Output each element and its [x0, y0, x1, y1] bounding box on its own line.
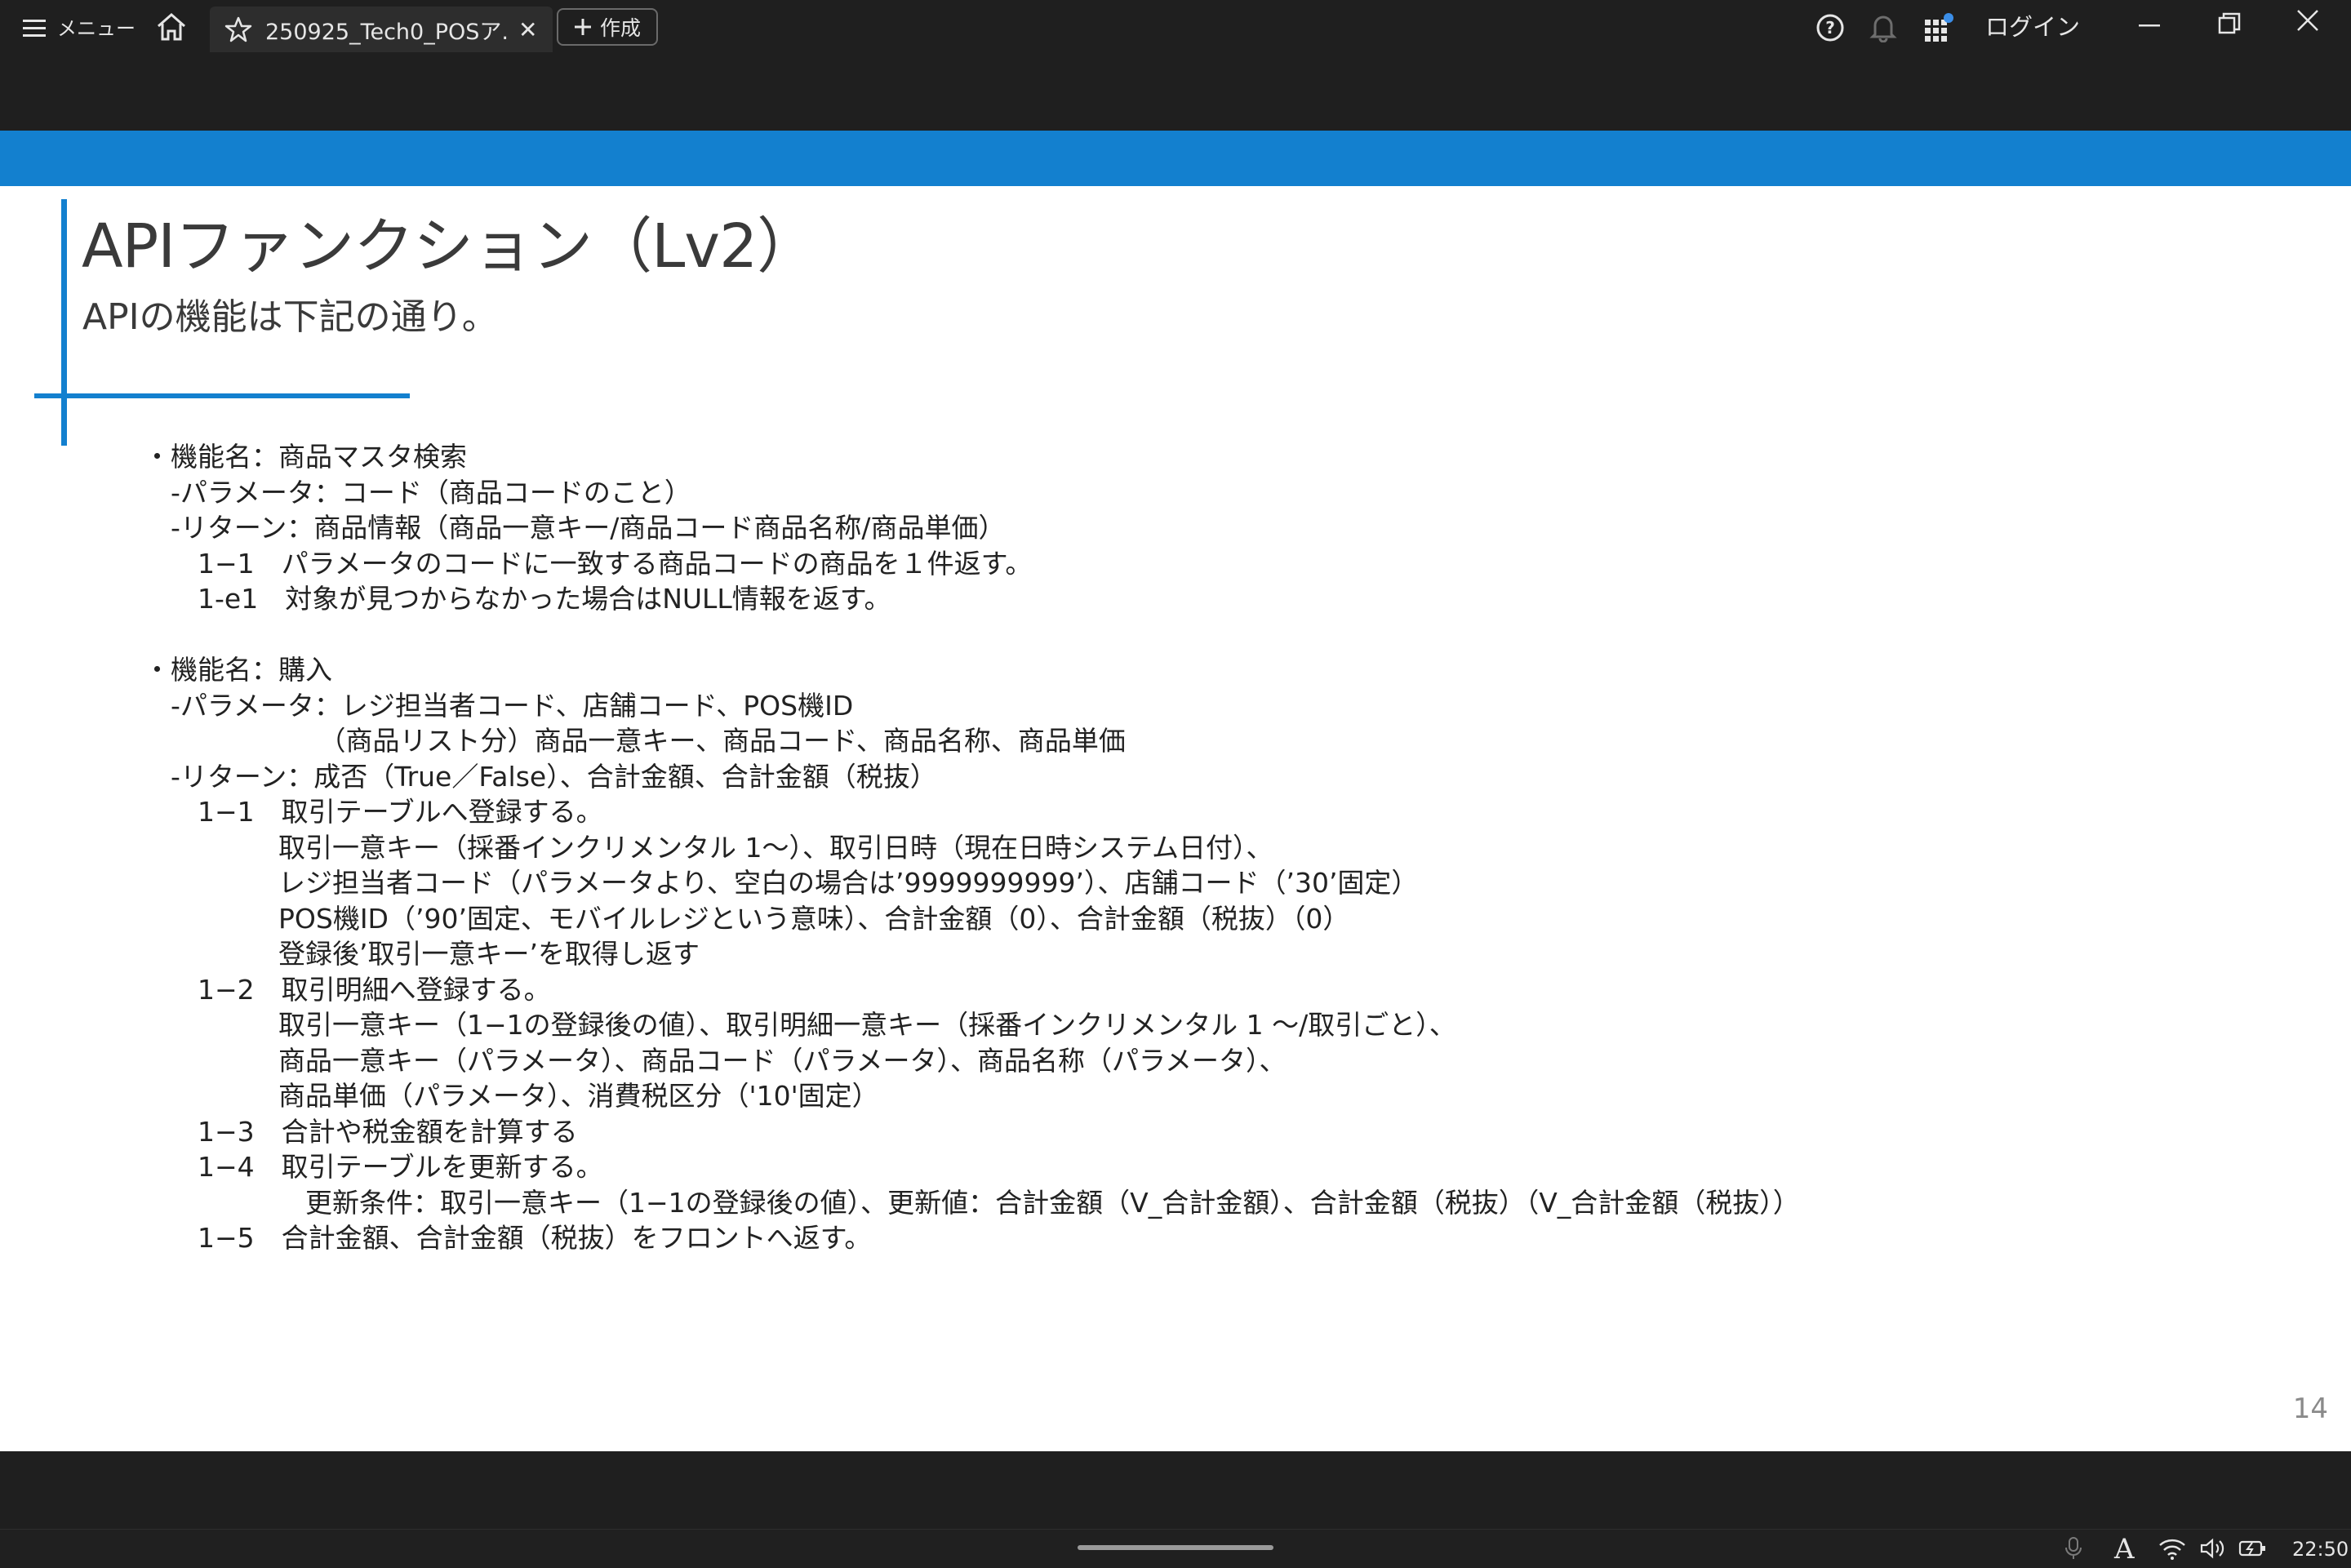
slide-body-line: 1-e1 対象が見つからなかった場合はNULL情報を返す。: [144, 583, 891, 615]
battery-icon[interactable]: [2238, 1536, 2268, 1561]
slide-body-line: 取引一意キー（1−1の登録後の値）、取引明細一意キー（採番インクリメンタル 1 …: [144, 1009, 1456, 1041]
new-button-label: 作成: [599, 16, 641, 40]
close-icon[interactable]: ✕: [518, 16, 537, 43]
menu-button[interactable]: メニュー: [23, 15, 136, 42]
minimize-icon[interactable]: [2137, 10, 2162, 34]
slide-title: APIファンクション（Lv2）: [82, 211, 817, 282]
star-icon[interactable]: [224, 16, 252, 43]
restore-icon[interactable]: [2217, 11, 2242, 36]
slide-body-line: 商品一意キー（パラメータ）、商品コード（パラメータ）、商品名称（パラメータ）、: [144, 1044, 1287, 1077]
new-button[interactable]: 作成: [557, 8, 658, 46]
viewer-bottom-bar: [0, 1451, 2351, 1529]
slide-body-line: ・機能名：購入: [144, 654, 332, 686]
apps-grid-icon: [1923, 13, 1954, 44]
plus-icon: [574, 18, 592, 36]
slide-body-line: ・機能名：商品マスタ検索: [144, 441, 467, 473]
app-top-bar: メニュー 250925_Tech0_POSア... ✕ 作成 ? ログイン: [0, 0, 2351, 131]
slide-body-line: POS機ID（’90’固定、モバイルレジという意味）、合計金額（0）、合計金額（…: [144, 902, 1350, 935]
window-close-icon[interactable]: [2295, 8, 2320, 33]
slide-subtitle: APIの機能は下記の通り。: [82, 296, 498, 338]
bell-icon: [1869, 13, 1897, 42]
home-icon: [155, 11, 188, 42]
notifications-button[interactable]: [1869, 13, 1897, 42]
hamburger-icon: [23, 18, 47, 39]
slide-body-line: [144, 617, 1800, 653]
tab-title: 250925_Tech0_POSア...: [265, 19, 510, 45]
slide-body-line: -パラメータ：レジ担当者コード、店舗コード、POS機ID: [144, 689, 854, 722]
slide-body-line: 更新条件：取引一意キー（1−1の登録後の値）、更新値：合計金額（V_合計金額）、…: [144, 1186, 1800, 1219]
wifi-icon[interactable]: [2158, 1536, 2186, 1561]
slide-body-line: 1−4 取引テーブルを更新する。: [144, 1151, 603, 1183]
slide-body-line: 1−5 合計金額、合計金額（税抜）をフロントへ返す。: [144, 1222, 872, 1254]
document-tab[interactable]: 250925_Tech0_POSア... ✕: [210, 7, 553, 52]
slide-body-line: レジ担当者コード（パラメータより、空白の場合は’9999999999’）、店舗コ…: [144, 867, 1419, 899]
volume-icon[interactable]: [2199, 1536, 2227, 1561]
help-button[interactable]: ?: [1815, 13, 1845, 42]
slide-body: ・機能名：商品マスタ検索 -パラメータ：コード（商品コードのこと） -リターン：…: [144, 439, 1800, 1256]
slide-body-line: 1−2 取引明細へ登録する。: [144, 973, 551, 1006]
microphone-icon[interactable]: [2064, 1536, 2083, 1561]
login-button[interactable]: ログイン: [1985, 15, 2080, 39]
gesture-handle[interactable]: [1078, 1545, 1273, 1550]
svg-text:?: ?: [1825, 18, 1835, 38]
slide-body-line: （商品リスト分）商品一意キー、商品コード、商品名称、商品単価: [144, 725, 1126, 757]
accent-vertical-line: [61, 199, 67, 446]
clock: 22:50: [2292, 1538, 2349, 1561]
slide-body-line: 1−3 合計や税金額を計算する: [144, 1115, 578, 1148]
help-icon: ?: [1815, 13, 1845, 42]
home-button[interactable]: [155, 11, 188, 42]
slide-body-line: 1−1 パラメータのコードに一致する商品コードの商品を１件返す。: [144, 547, 1033, 580]
slide-body-line: -リターン：商品情報（商品一意キー/商品コード商品名称/商品単価）: [144, 512, 1006, 544]
slide-header-band: [0, 131, 2351, 186]
slide-body-line: 取引一意キー（採番インクリメンタル 1〜）、取引日時（現在日時システム日付）、: [144, 831, 1273, 864]
slide-body-line: -リターン：成否（True／False）、合計金額、合計金額（税抜）: [144, 760, 937, 793]
menu-label: メニュー: [57, 17, 136, 40]
accent-horizontal-line: [34, 393, 410, 398]
slide-body-line: 商品単価（パラメータ）、消費税区分（'10'固定）: [144, 1080, 879, 1112]
slide: APIファンクション（Lv2） APIの機能は下記の通り。 ・機能名：商品マスタ…: [0, 131, 2351, 1451]
apps-button[interactable]: [1923, 13, 1954, 44]
slide-body-line: 登録後’取引一意キー’を取得し返す: [144, 938, 700, 970]
ime-indicator[interactable]: A: [2114, 1533, 2135, 1566]
slide-body-line: 1−1 取引テーブルへ登録する。: [144, 796, 603, 828]
page-number: 14: [2292, 1393, 2328, 1425]
system-taskbar: A 22:50: [0, 1529, 2351, 1568]
slide-body-line: -パラメータ：コード（商品コードのこと）: [144, 476, 691, 509]
